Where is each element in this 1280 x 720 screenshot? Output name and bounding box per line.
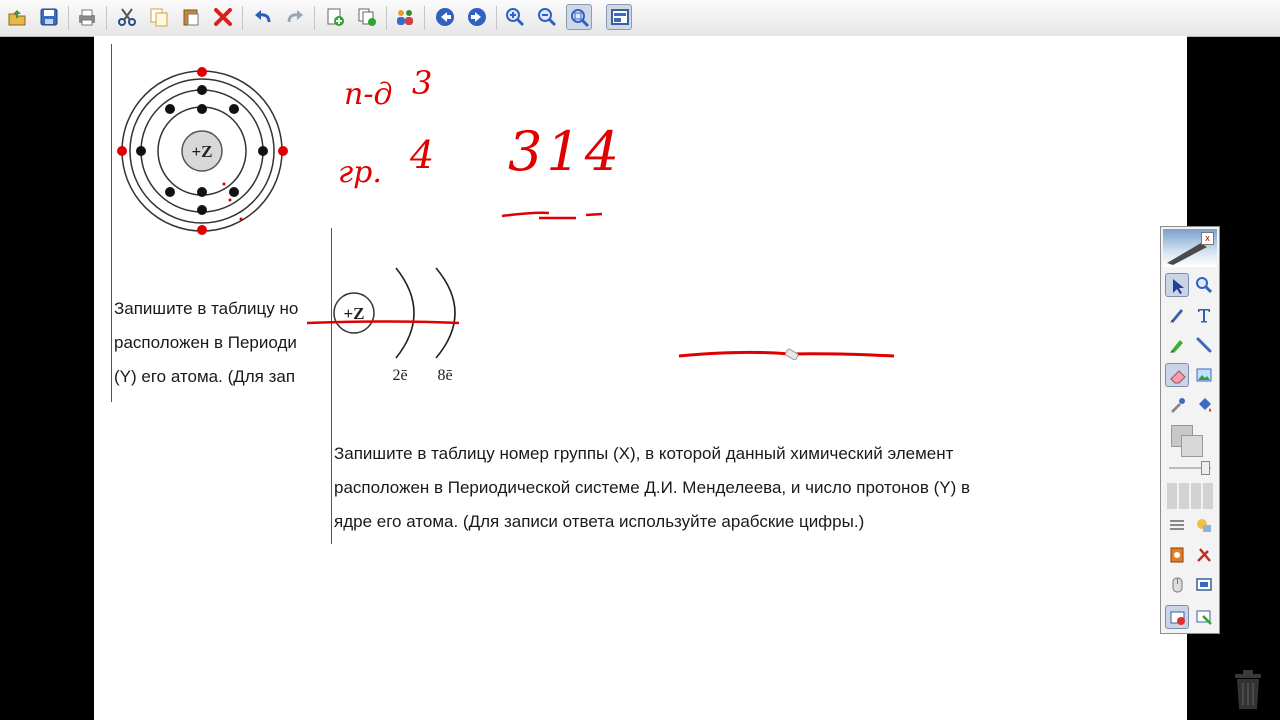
undo-icon[interactable] (250, 4, 276, 30)
handwritten-period-value: 3 (412, 64, 432, 102)
ink-layer: п-д 3 гр. 4 314 (306, 64, 895, 361)
color-swatches[interactable] (1167, 423, 1213, 459)
select-icon[interactable] (1165, 273, 1189, 297)
copy-icon[interactable] (146, 4, 172, 30)
record-icon[interactable] (1165, 543, 1189, 567)
fill-icon[interactable] (1192, 393, 1216, 417)
next-page-icon[interactable] (464, 4, 490, 30)
duplicate-page-icon[interactable] (354, 4, 380, 30)
users-icon[interactable] (392, 4, 418, 30)
whiteboard-page[interactable]: +Z Запишите в таблицу но расположен в Пе… (94, 36, 1187, 720)
handwritten-answer: 314 (508, 120, 623, 183)
fill-color-swatch[interactable] (1181, 435, 1203, 457)
cut-icon[interactable] (114, 4, 140, 30)
zoom-tool-icon[interactable] (1192, 273, 1216, 297)
mouse-icon[interactable] (1165, 573, 1189, 597)
handwritten-group-value: 4 (409, 133, 434, 177)
handwritten-period-label: п-д (344, 77, 392, 112)
redo-icon[interactable] (282, 4, 308, 30)
screen-icon[interactable] (606, 4, 632, 30)
previous-page-icon[interactable] (432, 4, 458, 30)
line-tool-icon[interactable] (1192, 333, 1216, 357)
eraser-icon[interactable] (1165, 363, 1189, 387)
delete-icon[interactable] (210, 4, 236, 30)
size-slider-handle[interactable] (1201, 461, 1210, 475)
eyedropper-icon[interactable] (1165, 393, 1189, 417)
text-tool-icon[interactable] (1192, 303, 1216, 327)
trash-icon[interactable] (1232, 668, 1264, 710)
zoom-fit-icon[interactable] (566, 4, 592, 30)
tool-palette: x (1160, 226, 1220, 634)
pen-icon[interactable] (1165, 303, 1189, 327)
screen-annotate-icon[interactable] (1165, 605, 1189, 629)
main-toolbar (0, 0, 1280, 37)
highlighter-icon[interactable] (1165, 333, 1189, 357)
eraser-cursor-icon (785, 348, 799, 361)
shapes-icon[interactable] (1192, 513, 1216, 537)
add-page-icon[interactable] (322, 4, 348, 30)
save-icon[interactable] (36, 4, 62, 30)
desktop-mode-icon[interactable] (1192, 605, 1216, 629)
handwritten-group-label: гр. (338, 155, 382, 190)
palette-close-button[interactable]: x (1201, 232, 1214, 245)
print-icon[interactable] (74, 4, 100, 30)
image-tool-icon[interactable] (1192, 363, 1216, 387)
capture-icon[interactable] (1192, 573, 1216, 597)
tools-icon[interactable] (1192, 543, 1216, 567)
paste-icon[interactable] (178, 4, 204, 30)
zoom-in-icon[interactable] (502, 4, 528, 30)
open-icon[interactable] (4, 4, 30, 30)
line-style-grid[interactable] (1167, 483, 1215, 509)
zoom-out-icon[interactable] (534, 4, 560, 30)
line-width-icon[interactable] (1165, 513, 1189, 537)
palette-header[interactable]: x (1163, 229, 1217, 267)
